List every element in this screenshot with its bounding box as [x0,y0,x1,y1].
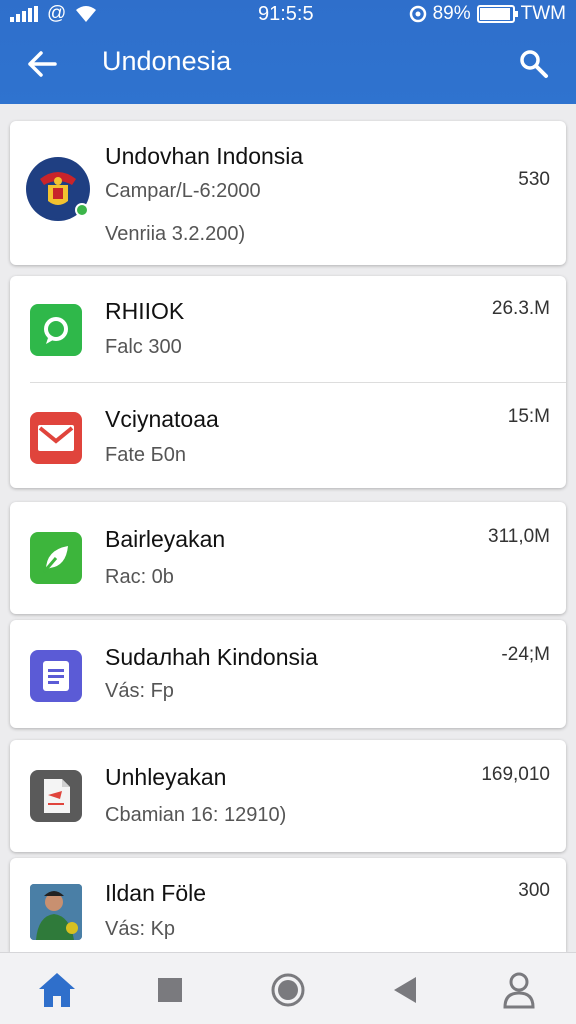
status-left: @ [10,3,97,25]
nav-home-circle-button[interactable] [265,967,311,1013]
carrier-label: TWM [520,3,566,24]
app-size: 300 [518,880,550,901]
app-name: Sudaлhah Kindonsia [105,644,318,670]
app-header: @ 91:5:5 89% TWM Undonesia [0,0,576,104]
mail-icon [30,412,82,464]
app-card[interactable]: Sudaлhah Kindonsia Vás: Fp -24;M [10,620,566,728]
app-size: 15:M [507,406,550,427]
status-time: 91:5:5 [258,3,314,25]
search-icon [520,50,548,78]
app-card[interactable]: Bairleyakan Rac: 0b 311,0M [10,502,566,614]
app-subtitle: Campar/L-6:2000 [105,180,261,202]
app-subtitle: Rac: 0b [105,566,174,588]
status-bar: @ 91:5:5 89% TWM [0,0,576,28]
app-card[interactable]: Unhleyakan Cbamian 16: 12910) 169,010 [10,740,566,852]
wifi-icon [76,6,97,22]
file-icon [30,770,82,822]
app-size: 169,010 [481,764,550,785]
app-name: Ildan Föle [105,880,207,906]
page-title: Undonesia [102,46,232,76]
app-name: Bairleyakan [105,526,226,552]
triangle-back-icon [394,977,416,1003]
person-photo-icon [30,884,82,940]
search-button[interactable] [514,44,554,84]
app-subtitle: Falc 300 [105,336,182,358]
app-card[interactable]: Undovhan Indonsia Campar/L-6:2000 Venrii… [10,121,566,265]
leaf-icon [30,532,82,584]
app-size: 311,0M [488,526,550,547]
app-size: 530 [518,169,550,190]
back-button[interactable] [22,44,62,84]
document-icon [30,650,82,702]
app-name: Undovhan Indonsia [105,143,304,169]
app-group-card: RHIIOK Falc 300 26.3.M Vciynatoaa Fate Б… [10,276,566,488]
sync-icon [409,5,426,23]
app-subtitle: Vás: Kp [105,918,176,940]
arrow-left-icon [28,51,57,77]
nav-profile-button[interactable] [496,967,542,1013]
list-item[interactable]: Vciynatoaa Fate Б0n 15:M [10,382,566,488]
nav-home-button[interactable] [34,967,80,1013]
app-subtitle: Cbamian 16: 12910) [105,804,287,826]
nav-recents-button[interactable] [147,967,193,1013]
app-name: Vciynatoaa [105,406,219,432]
battery-fill [479,8,510,20]
battery-percent: 89% [432,3,471,24]
battery-icon [476,5,518,23]
home-icon [39,973,75,1007]
app-subtitle: Vás: Fp [105,680,174,702]
person-icon [503,972,535,1009]
app-size: 26.3.M [491,298,550,319]
app-name: RHIIOK [105,298,185,324]
app-version: Venriia 3.2.200) [105,223,246,245]
signal-icon [10,6,38,22]
coat-of-arms-icon [26,157,90,221]
circle-icon [271,973,305,1007]
app-card[interactable]: Ildan Föle Vás: Kp 300 [10,858,566,952]
nav-back-button[interactable] [382,967,428,1013]
status-right: 89% TWM [409,3,566,25]
bottom-navigation [0,952,576,1024]
status-extra: @ [47,3,67,24]
square-icon [158,978,182,1002]
app-subtitle: Fate Б0n [105,444,186,466]
app-size: -24;M [501,644,550,665]
chat-bubble-icon [30,304,82,356]
app-name: Unhleyakan [105,764,227,790]
list-item[interactable]: RHIIOK Falc 300 26.3.M [10,276,566,382]
